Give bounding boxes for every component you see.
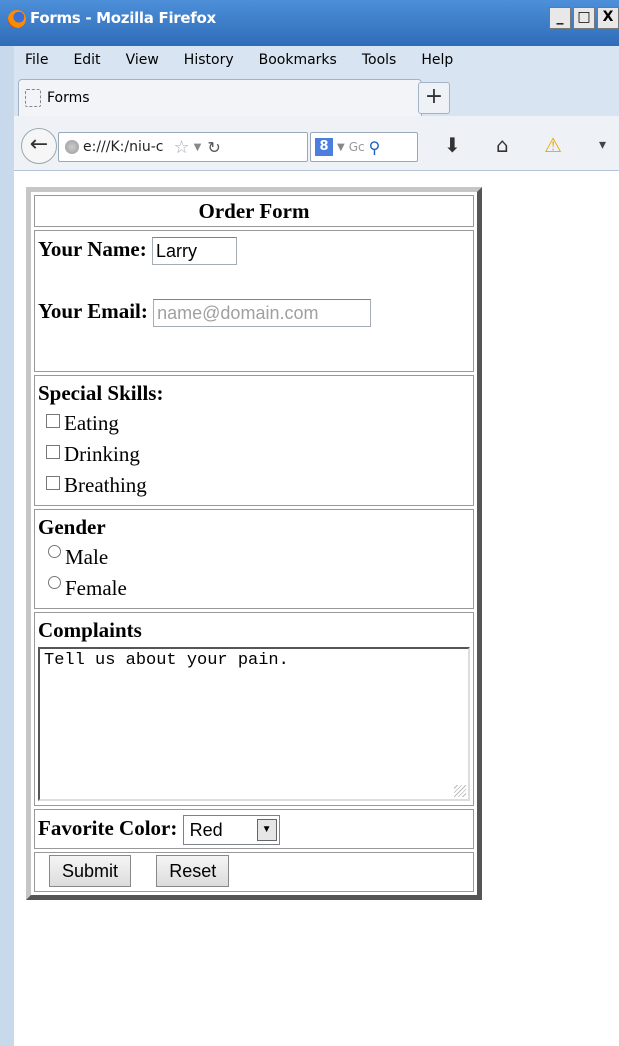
warning-icon[interactable]: ⚠ (544, 134, 562, 156)
page-icon (25, 89, 41, 107)
url-bar[interactable]: e:///K:/niu-c ☆ ▼ ↻ (58, 132, 308, 162)
menu-tools[interactable]: Tools (362, 52, 397, 68)
bookmark-star-icon[interactable]: ☆ (173, 137, 189, 158)
complaints-text: Tell us about your pain. (44, 651, 289, 670)
browser-window: Forms - Mozilla Firefox _ □ X File Edit … (0, 0, 619, 1046)
skill-breathing-checkbox[interactable] (46, 476, 60, 490)
menu-view[interactable]: View (126, 52, 159, 68)
gender-female-radio[interactable] (48, 576, 61, 589)
color-select-value: Red (189, 820, 223, 841)
url-dropdown-icon[interactable]: ▼ (194, 142, 202, 153)
skills-section: Special Skills: Eating Drinking Breathin… (34, 375, 474, 506)
skill-drinking-checkbox[interactable] (46, 445, 60, 459)
gender-male-label: Male (65, 545, 109, 569)
minimize-button[interactable]: _ (549, 7, 571, 29)
tab-title: Forms (47, 90, 90, 106)
chevron-down-icon[interactable]: ▼ (256, 819, 277, 842)
contact-section: Your Name: Larry Your Email: name@domain… (34, 230, 474, 372)
submit-button[interactable]: Submit (49, 855, 132, 887)
globe-icon (65, 140, 79, 154)
menu-dropdown-icon[interactable]: ▾ (599, 134, 606, 156)
gender-female-label: Female (65, 576, 127, 600)
color-select[interactable]: Red ▼ (182, 815, 280, 846)
navigation-bar: ← e:///K:/niu-c ☆ ▼ ↻ 8 ▼ Gc ⚲ ⬇ ⌂ ⚠ ▾ (14, 116, 619, 171)
window-title: Forms - Mozilla Firefox (30, 9, 216, 27)
menu-edit[interactable]: Edit (73, 52, 100, 68)
skill-eating-label: Eating (64, 411, 119, 435)
tab-forms[interactable]: Forms (18, 79, 422, 116)
menu-bar: File Edit View History Bookmarks Tools H… (14, 46, 619, 74)
form-title: Order Form (34, 195, 474, 227)
window-controls: _ □ X (547, 7, 619, 29)
tab-bar: Forms + (14, 74, 619, 116)
menu-help[interactable]: Help (421, 52, 453, 68)
maximize-button[interactable]: □ (573, 7, 595, 29)
skill-drinking-label: Drinking (64, 442, 140, 466)
menu-file[interactable]: File (25, 52, 48, 68)
complaints-textarea[interactable]: Tell us about your pain. (38, 647, 470, 801)
url-text: e:///K:/niu-c (83, 139, 164, 155)
menu-bookmarks[interactable]: Bookmarks (259, 52, 337, 68)
email-input[interactable]: name@domain.com (153, 299, 372, 328)
close-button[interactable]: X (597, 7, 619, 29)
menu-history[interactable]: History (184, 52, 234, 68)
color-section: Favorite Color: Red ▼ (34, 809, 474, 849)
skill-breathing-label: Breathing (64, 473, 147, 497)
name-label: Your Name: (38, 237, 147, 261)
name-input[interactable]: Larry (151, 237, 237, 266)
complaints-label: Complaints (38, 618, 142, 642)
resize-grip-icon[interactable] (454, 785, 466, 797)
page-content: Order Form Your Name: Larry Your Email: … (14, 171, 619, 1046)
color-label: Favorite Color: (38, 816, 178, 840)
reload-icon[interactable]: ↻ (207, 138, 220, 157)
buttons-section: Submit Reset (34, 852, 474, 892)
skills-label: Special Skills: (38, 381, 164, 405)
search-placeholder: Gc (348, 140, 365, 154)
complaints-section: Complaints Tell us about your pain. (34, 612, 474, 806)
skill-eating-checkbox[interactable] (46, 414, 60, 428)
new-tab-button[interactable]: + (418, 82, 450, 114)
search-magnifier-icon[interactable]: ⚲ (369, 138, 381, 157)
search-engine-dropdown-icon[interactable]: ▼ (337, 142, 345, 153)
title-bar: Forms - Mozilla Firefox _ □ X (0, 0, 619, 46)
order-form: Order Form Your Name: Larry Your Email: … (26, 187, 482, 900)
gender-section: Gender Male Female (34, 509, 474, 609)
search-bar[interactable]: 8 ▼ Gc ⚲ (310, 132, 418, 162)
firefox-logo-icon (8, 10, 26, 28)
back-button[interactable]: ← (21, 128, 57, 164)
gender-male-radio[interactable] (48, 545, 61, 558)
gender-label: Gender (38, 515, 106, 539)
search-engine-icon[interactable]: 8 (315, 138, 333, 156)
home-icon[interactable]: ⌂ (496, 134, 509, 156)
reset-button[interactable]: Reset (156, 855, 230, 887)
email-label: Your Email: (38, 299, 148, 324)
download-icon[interactable]: ⬇ (444, 134, 461, 156)
